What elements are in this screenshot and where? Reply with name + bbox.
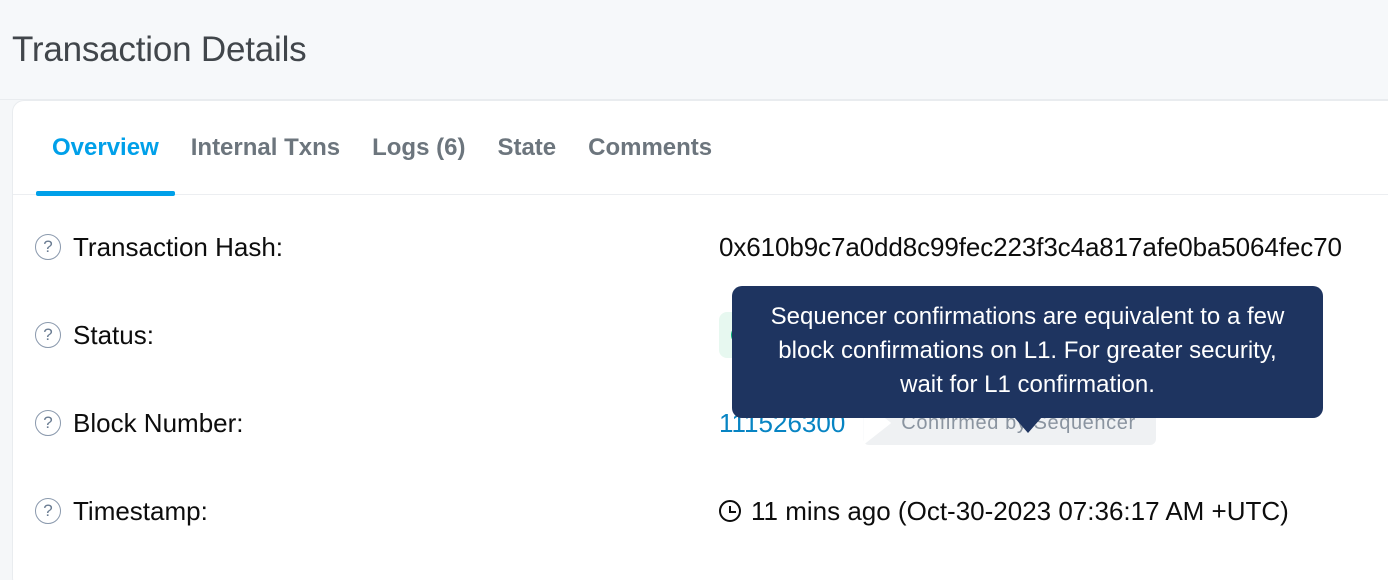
sequencer-tooltip-text: Sequencer confirmations are equivalent t… bbox=[770, 303, 1285, 398]
tab-bar: Overview Internal Txns Logs (6) State Co… bbox=[13, 101, 1388, 196]
tab-overview-label: Overview bbox=[52, 133, 159, 161]
timestamp-label: Timestamp: bbox=[73, 495, 208, 526]
question-circle-icon[interactable]: ? bbox=[35, 410, 61, 436]
tab-overview[interactable]: Overview bbox=[36, 101, 175, 196]
status-label: Status: bbox=[73, 319, 154, 350]
page-header: Transaction Details bbox=[0, 0, 1388, 100]
status-label-group: ? Status: bbox=[35, 320, 719, 351]
timestamp-value-group: 11 mins ago (Oct-30-2023 07:36:17 AM +UT… bbox=[719, 496, 1289, 527]
row-transaction-hash: ? Transaction Hash: 0x610b9c7a0dd8c99fec… bbox=[13, 203, 1388, 291]
transaction-hash-label: Transaction Hash: bbox=[73, 231, 284, 262]
tab-state[interactable]: State bbox=[481, 101, 572, 195]
question-circle-icon[interactable]: ? bbox=[35, 234, 61, 260]
question-circle-icon[interactable]: ? bbox=[35, 322, 61, 348]
tab-comments[interactable]: Comments bbox=[572, 101, 728, 195]
transaction-hash-label-group: ? Transaction Hash: bbox=[35, 232, 719, 263]
transaction-hash-value[interactable]: 0x610b9c7a0dd8c99fec223f3c4a817afe0ba506… bbox=[719, 232, 1342, 263]
timestamp-value: 11 mins ago (Oct-30-2023 07:36:17 AM +UT… bbox=[751, 495, 1289, 526]
block-number-label-group: ? Block Number: bbox=[35, 408, 719, 439]
tab-logs-label: Logs (6) bbox=[372, 133, 466, 161]
clock-icon bbox=[719, 500, 741, 522]
timestamp-label-group: ? Timestamp: bbox=[35, 496, 719, 527]
question-circle-icon[interactable]: ? bbox=[35, 498, 61, 524]
tab-comments-label: Comments bbox=[588, 133, 713, 161]
tooltip-arrow-icon bbox=[1013, 417, 1042, 433]
sequencer-tooltip: Sequencer confirmations are equivalent t… bbox=[732, 286, 1323, 433]
row-timestamp: ? Timestamp: 11 mins ago (Oct-30-2023 07… bbox=[13, 467, 1388, 555]
tab-internal-txns[interactable]: Internal Txns bbox=[175, 101, 356, 195]
block-number-label: Block Number: bbox=[73, 407, 244, 438]
page-title: Transaction Details bbox=[12, 30, 307, 69]
tab-state-label: State bbox=[497, 133, 557, 161]
transaction-hash-value-group: 0x610b9c7a0dd8c99fec223f3c4a817afe0ba506… bbox=[719, 232, 1342, 263]
tab-internal-txns-label: Internal Txns bbox=[190, 133, 341, 161]
tab-logs[interactable]: Logs (6) bbox=[356, 101, 481, 195]
